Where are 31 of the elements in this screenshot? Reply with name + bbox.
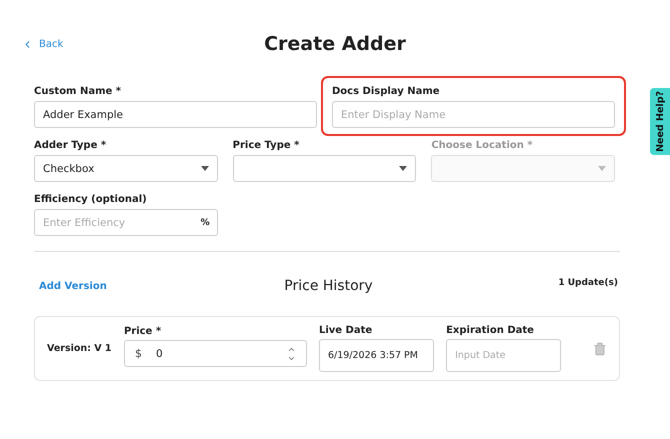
- price-field[interactable]: $ 0: [124, 340, 307, 367]
- currency-symbol: $: [134, 347, 142, 360]
- field-label: Docs Display Name: [332, 86, 441, 97]
- field-label: Live Date: [318, 325, 374, 336]
- update-count: 1 Update(s): [558, 278, 618, 288]
- date-field[interactable]: Input Date: [446, 339, 562, 372]
- section-title: Price History: [284, 278, 373, 294]
- select-field[interactable]: [431, 155, 615, 182]
- field-label: Expiration Date: [446, 325, 535, 336]
- date-field[interactable]: 6/19/2026 3:57 PM: [318, 339, 434, 372]
- text-field[interactable]: Adder Example: [34, 101, 317, 128]
- percent-unit: %: [200, 218, 210, 228]
- back-link[interactable]: Back: [22, 38, 264, 50]
- dropdown-caret-icon: [399, 166, 408, 171]
- field-label: Choose Location *: [431, 140, 534, 151]
- dropdown-caret-icon: [598, 166, 606, 171]
- help-tab[interactable]: Need Help?: [650, 88, 670, 155]
- field-label: Price Type *: [232, 140, 300, 151]
- field-label: Custom Name *: [34, 86, 122, 97]
- select-field[interactable]: [232, 155, 416, 182]
- field-label: Adder Type *: [34, 140, 108, 151]
- version-label: Version: V 1: [47, 343, 112, 354]
- field-label: Efficiency (optional): [34, 194, 148, 205]
- price-value: 0: [156, 348, 164, 360]
- trash-icon[interactable]: [593, 342, 607, 356]
- text-field[interactable]: Enter Display Name: [332, 101, 615, 128]
- select-field[interactable]: Checkbox: [34, 155, 218, 182]
- add-version-link[interactable]: Add Version: [39, 280, 284, 292]
- field-label: Price *: [124, 326, 162, 337]
- page-title: Create Adder: [264, 33, 406, 55]
- dropdown-caret-icon: [200, 166, 209, 171]
